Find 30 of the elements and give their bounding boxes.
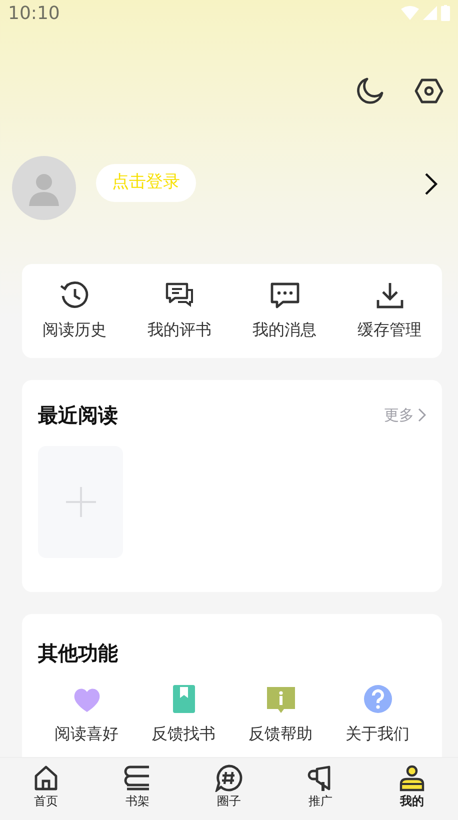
user-icon (398, 764, 426, 792)
quick-action-link[interactable]: 我的消息 (252, 318, 316, 342)
hashtag-chat-icon (214, 764, 243, 792)
quick-action-link[interactable]: 阅读历史 (42, 318, 106, 342)
feature-link[interactable]: 阅读喜好 (54, 722, 118, 746)
feature-link[interactable]: 关于我们 (346, 722, 410, 746)
tab-button[interactable]: 圈子 (214, 758, 243, 820)
clock-history-icon[interactable] (58, 280, 90, 310)
plus-icon (66, 487, 96, 517)
wifi-icon (401, 6, 419, 20)
tab-button[interactable]: 首页 (32, 758, 60, 820)
tab-button[interactable]: 推广 (306, 758, 335, 820)
settings-icon[interactable] (414, 76, 444, 106)
section-title: 最近阅读 (38, 402, 118, 429)
chevron-right-icon (418, 408, 426, 422)
feature-link[interactable]: 反馈帮助 (248, 722, 312, 746)
comment-icon[interactable] (164, 280, 196, 310)
section-title: 其他功能 (38, 640, 119, 667)
clock-time: 10:10 (8, 2, 60, 26)
quick-action-link[interactable]: 缓存管理 (358, 318, 422, 342)
tab-button[interactable]: 书架 (123, 758, 152, 820)
signal-icon (423, 6, 437, 20)
battery-icon (441, 5, 450, 21)
message-icon[interactable] (268, 280, 300, 310)
moon-icon[interactable] (354, 76, 384, 106)
bookshelf-icon (123, 764, 152, 792)
quick-action-link[interactable]: 我的评书 (148, 318, 212, 342)
feature-link[interactable]: 反馈找书 (152, 722, 216, 746)
chevron-right-icon[interactable] (424, 172, 438, 196)
tab-button[interactable]: 我的 (398, 758, 426, 820)
